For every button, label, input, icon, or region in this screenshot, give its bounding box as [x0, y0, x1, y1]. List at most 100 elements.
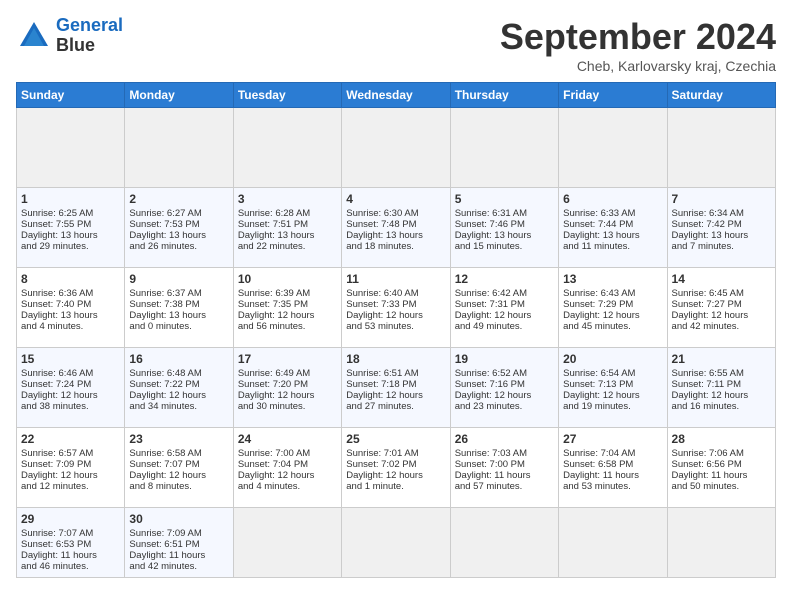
calendar-cell: [342, 508, 450, 578]
day-number: 19: [455, 352, 554, 366]
calendar-cell: 22Sunrise: 6:57 AMSunset: 7:09 PMDayligh…: [17, 428, 125, 508]
cell-text: Sunset: 7:04 PM: [238, 459, 337, 470]
cell-text: Sunset: 7:55 PM: [21, 219, 120, 230]
calendar-cell: 29Sunrise: 7:07 AMSunset: 6:53 PMDayligh…: [17, 508, 125, 578]
calendar-cell: 14Sunrise: 6:45 AMSunset: 7:27 PMDayligh…: [667, 268, 775, 348]
calendar-cell: 26Sunrise: 7:03 AMSunset: 7:00 PMDayligh…: [450, 428, 558, 508]
cell-text: and 42 minutes.: [672, 321, 771, 332]
cell-text: and 53 minutes.: [346, 321, 445, 332]
cell-text: Daylight: 12 hours: [129, 470, 228, 481]
cell-text: Sunrise: 6:54 AM: [563, 368, 662, 379]
cell-text: Sunrise: 6:48 AM: [129, 368, 228, 379]
cell-text: Daylight: 12 hours: [563, 310, 662, 321]
calendar-cell: 5Sunrise: 6:31 AMSunset: 7:46 PMDaylight…: [450, 188, 558, 268]
cell-text: and 7 minutes.: [672, 241, 771, 252]
calendar-cell: 2Sunrise: 6:27 AMSunset: 7:53 PMDaylight…: [125, 188, 233, 268]
cell-text: and 29 minutes.: [21, 241, 120, 252]
calendar-week-row: [17, 108, 776, 188]
cell-text: Sunrise: 7:09 AM: [129, 528, 228, 539]
cell-text: Sunset: 7:11 PM: [672, 379, 771, 390]
calendar-cell: 17Sunrise: 6:49 AMSunset: 7:20 PMDayligh…: [233, 348, 341, 428]
cell-text: Sunset: 7:16 PM: [455, 379, 554, 390]
weekday-header-tuesday: Tuesday: [233, 83, 341, 108]
calendar-cell: 9Sunrise: 6:37 AMSunset: 7:38 PMDaylight…: [125, 268, 233, 348]
cell-text: Sunset: 7:02 PM: [346, 459, 445, 470]
day-number: 2: [129, 192, 228, 206]
day-number: 22: [21, 432, 120, 446]
day-number: 24: [238, 432, 337, 446]
cell-text: Sunrise: 6:42 AM: [455, 288, 554, 299]
cell-text: and 4 minutes.: [238, 481, 337, 492]
cell-text: Sunrise: 6:51 AM: [346, 368, 445, 379]
cell-text: and 1 minute.: [346, 481, 445, 492]
cell-text: Daylight: 13 hours: [21, 230, 120, 241]
weekday-header-sunday: Sunday: [17, 83, 125, 108]
day-number: 8: [21, 272, 120, 286]
cell-text: Sunset: 7:35 PM: [238, 299, 337, 310]
calendar-cell: 11Sunrise: 6:40 AMSunset: 7:33 PMDayligh…: [342, 268, 450, 348]
day-number: 1: [21, 192, 120, 206]
cell-text: Sunrise: 6:39 AM: [238, 288, 337, 299]
day-number: 20: [563, 352, 662, 366]
calendar-cell: 16Sunrise: 6:48 AMSunset: 7:22 PMDayligh…: [125, 348, 233, 428]
calendar-cell: [233, 508, 341, 578]
calendar-cell: 15Sunrise: 6:46 AMSunset: 7:24 PMDayligh…: [17, 348, 125, 428]
cell-text: Sunrise: 6:31 AM: [455, 208, 554, 219]
cell-text: Sunset: 6:56 PM: [672, 459, 771, 470]
day-number: 29: [21, 512, 120, 526]
page-header: General Blue September 2024 Cheb, Karlov…: [16, 16, 776, 74]
cell-text: Sunrise: 7:01 AM: [346, 448, 445, 459]
cell-text: Sunrise: 7:06 AM: [672, 448, 771, 459]
calendar-cell: 18Sunrise: 6:51 AMSunset: 7:18 PMDayligh…: [342, 348, 450, 428]
cell-text: Sunrise: 6:52 AM: [455, 368, 554, 379]
day-number: 17: [238, 352, 337, 366]
calendar-cell: [667, 508, 775, 578]
cell-text: Sunrise: 7:04 AM: [563, 448, 662, 459]
cell-text: and 11 minutes.: [563, 241, 662, 252]
calendar-week-row: 15Sunrise: 6:46 AMSunset: 7:24 PMDayligh…: [17, 348, 776, 428]
cell-text: Sunrise: 6:55 AM: [672, 368, 771, 379]
cell-text: Sunset: 6:58 PM: [563, 459, 662, 470]
cell-text: and 27 minutes.: [346, 401, 445, 412]
cell-text: and 34 minutes.: [129, 401, 228, 412]
cell-text: Sunset: 7:18 PM: [346, 379, 445, 390]
title-block: September 2024 Cheb, Karlovarsky kraj, C…: [500, 16, 776, 74]
cell-text: Daylight: 12 hours: [21, 390, 120, 401]
cell-text: Daylight: 12 hours: [238, 470, 337, 481]
cell-text: Sunset: 7:24 PM: [21, 379, 120, 390]
calendar-cell: 23Sunrise: 6:58 AMSunset: 7:07 PMDayligh…: [125, 428, 233, 508]
cell-text: and 8 minutes.: [129, 481, 228, 492]
calendar-cell: 30Sunrise: 7:09 AMSunset: 6:51 PMDayligh…: [125, 508, 233, 578]
cell-text: and 42 minutes.: [129, 561, 228, 572]
cell-text: Daylight: 12 hours: [672, 310, 771, 321]
cell-text: and 50 minutes.: [672, 481, 771, 492]
calendar-table: SundayMondayTuesdayWednesdayThursdayFrid…: [16, 82, 776, 578]
cell-text: and 12 minutes.: [21, 481, 120, 492]
cell-text: Daylight: 12 hours: [129, 390, 228, 401]
cell-text: and 18 minutes.: [346, 241, 445, 252]
day-number: 30: [129, 512, 228, 526]
day-number: 28: [672, 432, 771, 446]
calendar-cell: 7Sunrise: 6:34 AMSunset: 7:42 PMDaylight…: [667, 188, 775, 268]
logo-text: General Blue: [56, 16, 123, 56]
cell-text: Sunset: 7:07 PM: [129, 459, 228, 470]
cell-text: Sunset: 7:48 PM: [346, 219, 445, 230]
cell-text: Sunset: 7:40 PM: [21, 299, 120, 310]
cell-text: Daylight: 13 hours: [238, 230, 337, 241]
day-number: 15: [21, 352, 120, 366]
weekday-header-thursday: Thursday: [450, 83, 558, 108]
cell-text: Sunrise: 6:58 AM: [129, 448, 228, 459]
cell-text: Sunrise: 7:00 AM: [238, 448, 337, 459]
cell-text: Sunset: 7:00 PM: [455, 459, 554, 470]
weekday-header-row: SundayMondayTuesdayWednesdayThursdayFrid…: [17, 83, 776, 108]
day-number: 26: [455, 432, 554, 446]
day-number: 4: [346, 192, 445, 206]
month-title: September 2024: [500, 16, 776, 58]
cell-text: and 38 minutes.: [21, 401, 120, 412]
cell-text: Daylight: 13 hours: [129, 310, 228, 321]
cell-text: and 57 minutes.: [455, 481, 554, 492]
cell-text: and 53 minutes.: [563, 481, 662, 492]
calendar-cell: [450, 108, 558, 188]
cell-text: Daylight: 12 hours: [238, 390, 337, 401]
calendar-cell: 4Sunrise: 6:30 AMSunset: 7:48 PMDaylight…: [342, 188, 450, 268]
